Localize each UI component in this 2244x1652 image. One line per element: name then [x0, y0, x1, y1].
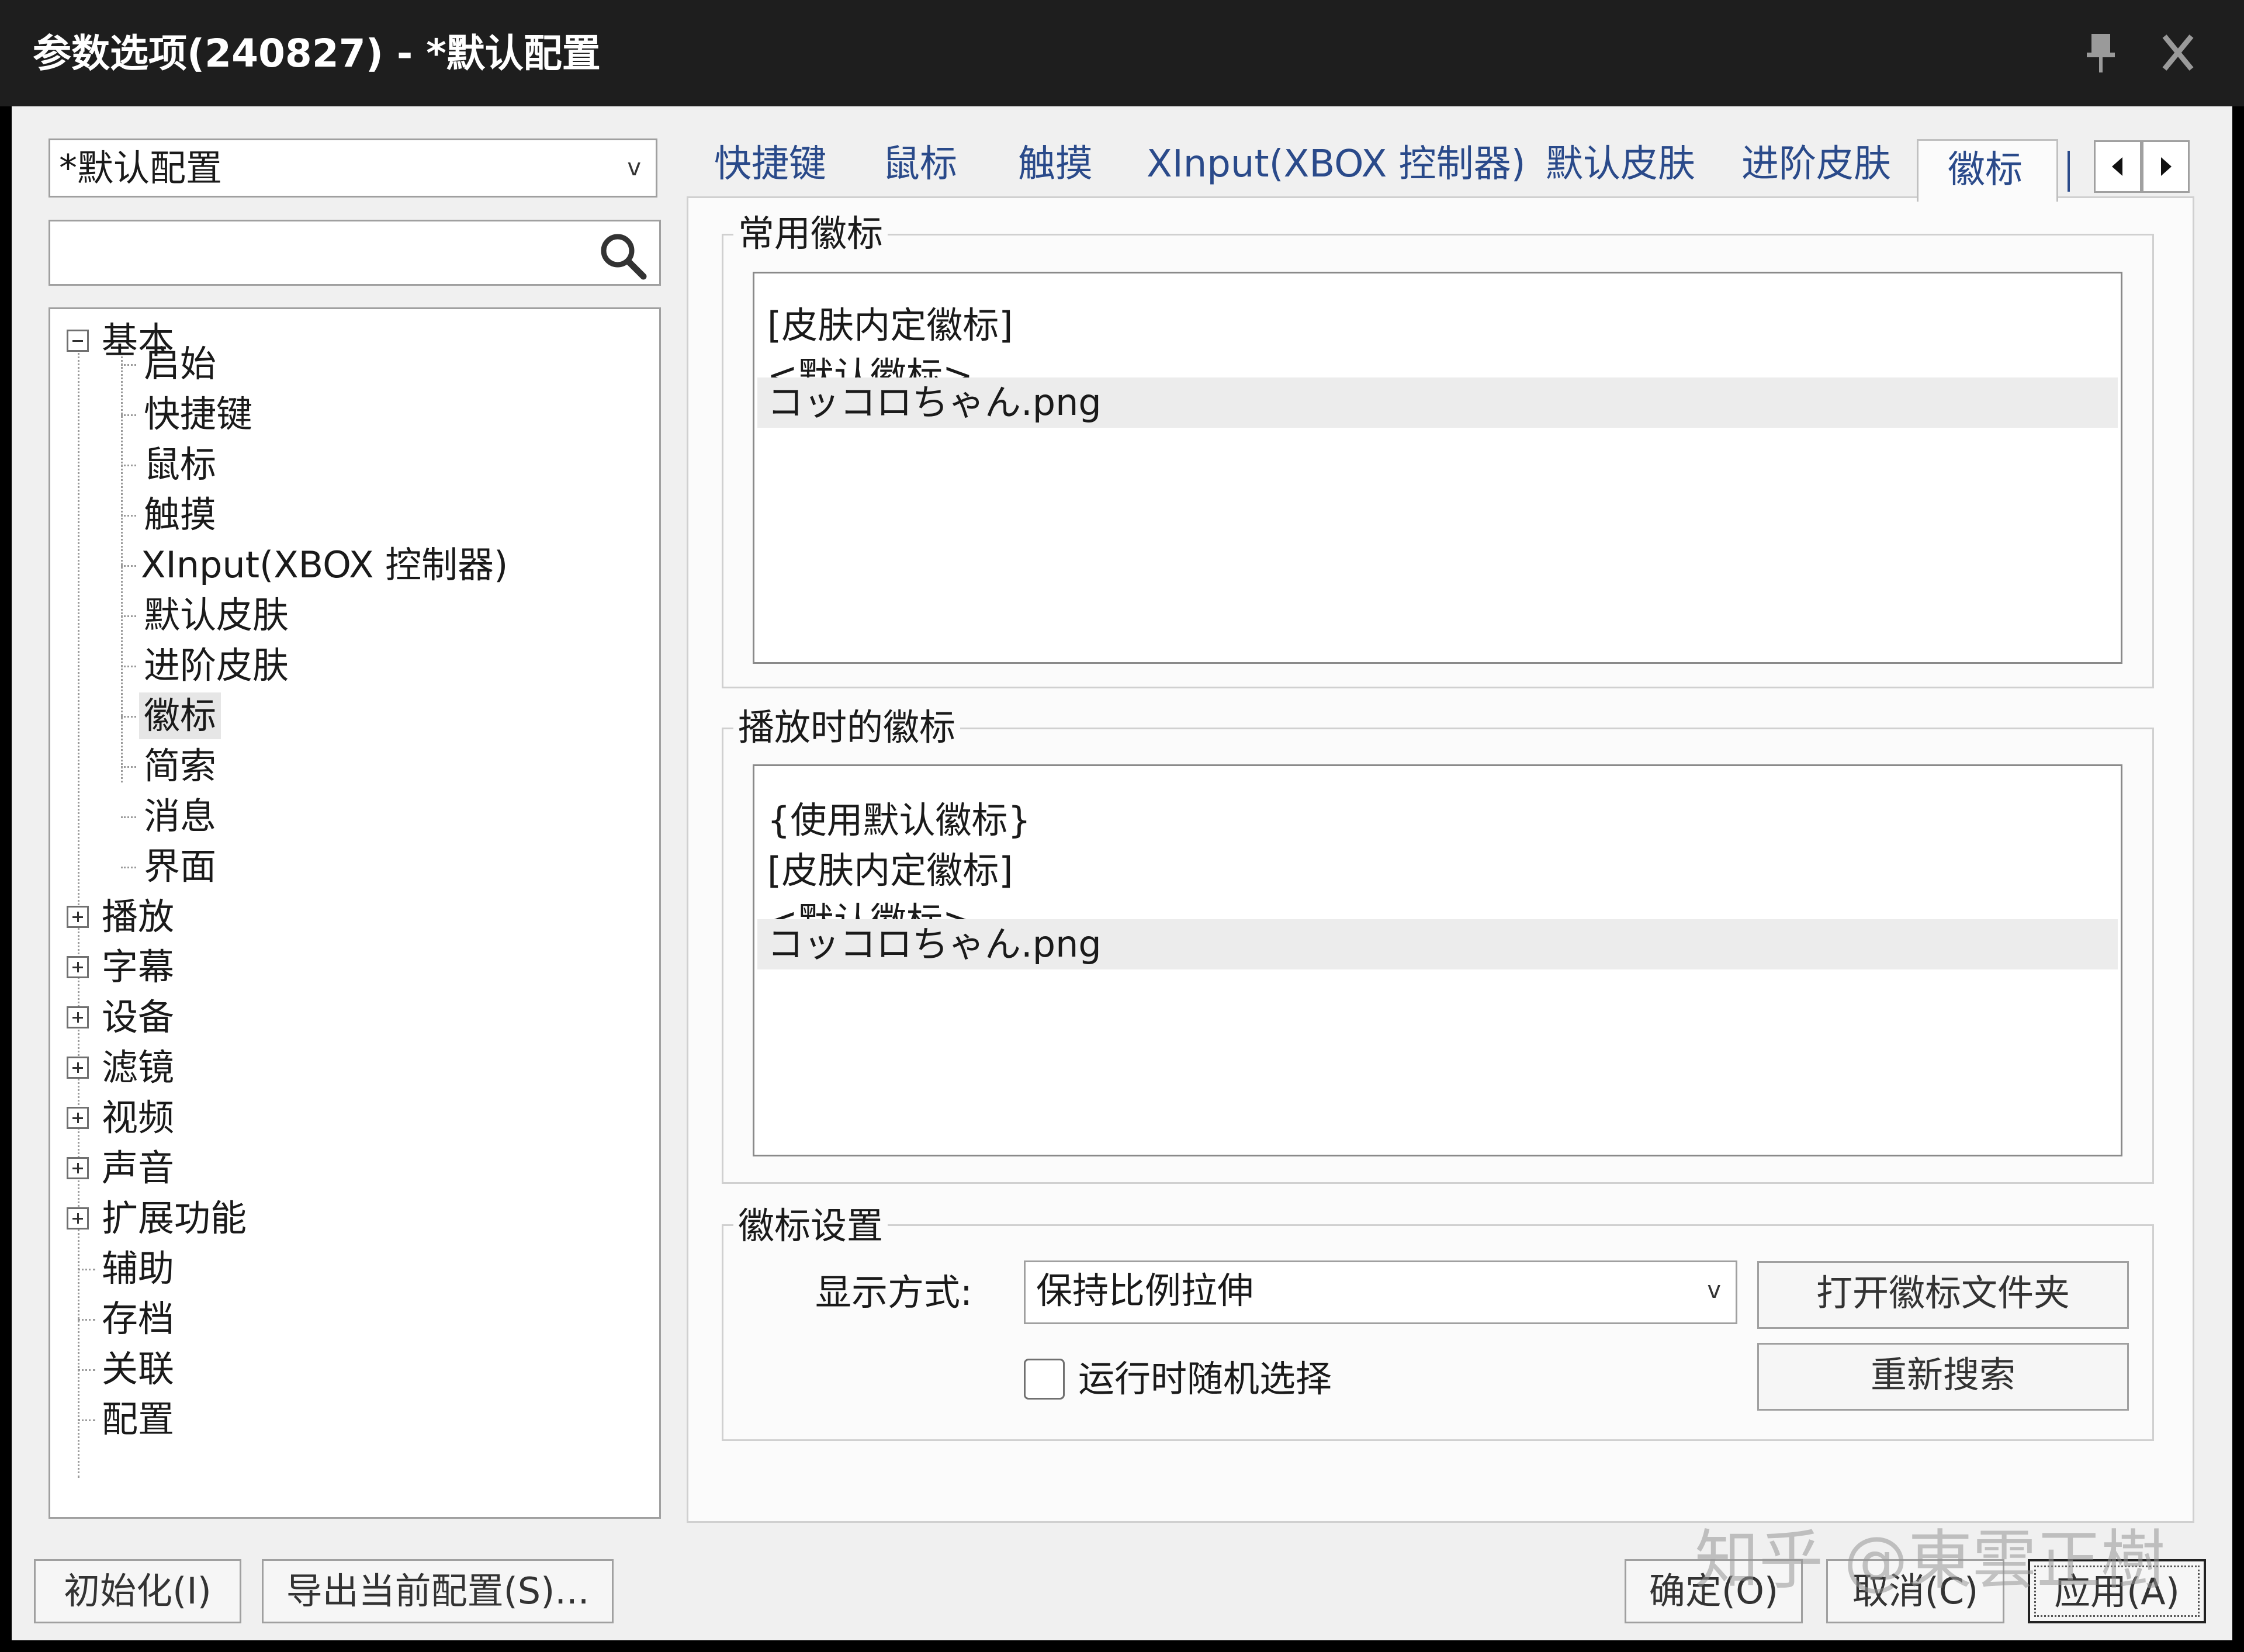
tree-item-xinput[interactable]: XInput(XBOX 控制器) — [141, 542, 508, 588]
tab-overflow — [2062, 140, 2091, 196]
tab-logo[interactable]: 徽标 — [1917, 139, 2058, 202]
export-config-button[interactable]: 导出当前配置(S)... — [262, 1559, 614, 1623]
common-logos-legend: 常用徽标 — [733, 210, 888, 257]
tree-item-messages[interactable]: 消息 — [144, 793, 216, 840]
tree-item-config[interactable]: 配置 — [102, 1396, 174, 1443]
tree-item-playback[interactable]: 播放 — [102, 893, 174, 940]
tree-item-startup[interactable]: 启始 — [144, 341, 216, 387]
tree-connector — [121, 353, 123, 782]
expand-icon[interactable] — [67, 956, 89, 978]
tree-item-interface[interactable]: 界面 — [144, 843, 216, 890]
open-logo-folder-button[interactable]: 打开徽标文件夹 — [1757, 1261, 2129, 1329]
window-title: 参数选项(240827) - *默认配置 — [33, 31, 601, 76]
logo-settings-legend: 徽标设置 — [733, 1203, 888, 1249]
tab-scroll-right-button[interactable] — [2142, 140, 2190, 193]
chevron-down-icon: v — [627, 154, 641, 181]
random-select-checkbox[interactable] — [1024, 1359, 1065, 1400]
tab-xinput[interactable]: XInput(XBOX 控制器) — [1147, 132, 1526, 196]
tree-item-association[interactable]: 关联 — [102, 1346, 174, 1393]
initialize-button[interactable]: 初始化(I) — [34, 1559, 241, 1623]
random-select-label: 运行时随机选择 — [1078, 1357, 1332, 1400]
playing-logos-legend: 播放时的徽标 — [733, 704, 961, 751]
chevron-right-icon — [2161, 157, 2172, 176]
tree-item-assist[interactable]: 辅助 — [102, 1245, 174, 1292]
tab-logo-label: 徽标 — [1948, 148, 2023, 192]
close-icon[interactable] — [2152, 29, 2204, 76]
tree-item-hotkeys[interactable]: 快捷键 — [144, 391, 252, 438]
tree-item-subtitles[interactable]: 字幕 — [102, 944, 174, 990]
tree-item-advanced-skin[interactable]: 进阶皮肤 — [144, 642, 289, 689]
tab-touch[interactable]: 触摸 — [1018, 132, 1093, 196]
display-mode-value: 保持比例拉伸 — [1036, 1269, 1254, 1312]
tab-advanced-skin[interactable]: 进阶皮肤 — [1741, 132, 1891, 196]
expand-icon[interactable] — [67, 1107, 89, 1129]
list-item[interactable]: {使用默认徽标} — [767, 795, 2118, 846]
pin-icon[interactable] — [2077, 29, 2124, 76]
display-mode-dropdown[interactable]: 保持比例拉伸 v — [1024, 1260, 1737, 1324]
expand-icon[interactable] — [67, 1157, 89, 1179]
tree-item-mouse[interactable]: 鼠标 — [144, 441, 216, 488]
list-item[interactable]: コッコロちゃん.png — [757, 377, 2118, 428]
tab-mouse[interactable]: 鼠标 — [882, 132, 957, 196]
common-logos-list[interactable]: [皮肤内定徽标] <默认徽标> コッコロちゃん.png — [753, 272, 2122, 664]
tree-item-archive[interactable]: 存档 — [102, 1296, 174, 1342]
playing-logos-list[interactable]: {使用默认徽标} [皮肤内定徽标] <默认徽标> コッコロちゃん.png — [753, 764, 2122, 1156]
list-item[interactable]: [皮肤内定徽标] — [767, 300, 2118, 351]
tree-item-audio[interactable]: 声音 — [102, 1145, 174, 1192]
display-mode-label: 显示方式: — [815, 1271, 972, 1314]
tree-item-brief[interactable]: 简索 — [144, 743, 216, 789]
tab-hotkeys[interactable]: 快捷键 — [714, 132, 826, 196]
tab-scroll-controls — [2094, 140, 2190, 193]
list-item[interactable]: コッコロちゃん.png — [757, 919, 2118, 969]
settings-tree[interactable]: 基本 启始 快捷键 鼠标 触摸 XInput(XBOX 控制器) 默认皮肤 进阶… — [49, 307, 661, 1519]
tree-item-video[interactable]: 视频 — [102, 1095, 174, 1141]
expand-icon[interactable] — [67, 1207, 89, 1230]
expand-icon[interactable] — [67, 1006, 89, 1028]
tree-item-default-skin[interactable]: 默认皮肤 — [144, 592, 289, 639]
tree-item-logo[interactable]: 徽标 — [139, 692, 221, 739]
tree-item-extensions[interactable]: 扩展功能 — [102, 1195, 247, 1242]
search-icon[interactable] — [597, 230, 649, 282]
chevron-left-icon — [2112, 157, 2122, 176]
chevron-down-icon: v — [1707, 1277, 1721, 1304]
tree-item-filters[interactable]: 滤镜 — [102, 1044, 174, 1091]
tree-item-touch[interactable]: 触摸 — [144, 491, 216, 538]
tab-default-skin[interactable]: 默认皮肤 — [1546, 132, 1695, 196]
research-button[interactable]: 重新搜索 — [1757, 1343, 2129, 1411]
search-input[interactable] — [49, 220, 661, 286]
profile-dropdown-value: *默认配置 — [59, 147, 223, 189]
tree-item-device[interactable]: 设备 — [102, 994, 174, 1041]
watermark: 知乎 @東雲正樹 — [1695, 1523, 2165, 1598]
collapse-icon[interactable] — [67, 330, 89, 352]
list-item[interactable]: [皮肤内定徽标] — [767, 846, 2118, 896]
tab-scroll-left-button[interactable] — [2094, 140, 2142, 193]
profile-dropdown[interactable]: *默认配置 v — [49, 138, 657, 198]
expand-icon[interactable] — [67, 906, 89, 928]
expand-icon[interactable] — [67, 1057, 89, 1079]
